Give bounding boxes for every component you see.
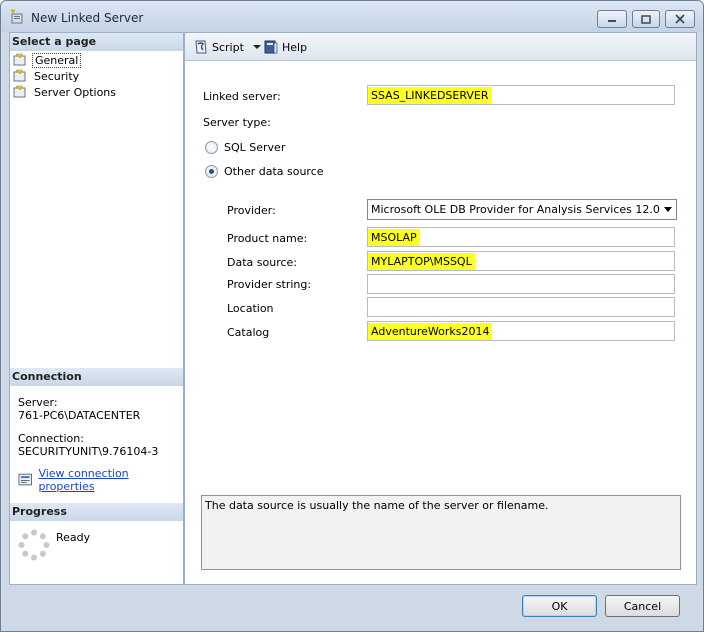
- sql-server-radio-label: SQL Server: [224, 141, 286, 154]
- view-connection-properties-link[interactable]: View connection properties: [18, 467, 183, 493]
- chevron-down-icon: [252, 45, 261, 49]
- close-button[interactable]: [665, 10, 695, 28]
- linked-server-input[interactable]: SSAS_LINKEDSERVER: [367, 85, 675, 105]
- page-icon: [13, 85, 26, 98]
- right-pane: Script Help Linked server: SSAS_LINKEDSE…: [184, 32, 697, 585]
- data-source-label: Data source:: [227, 256, 297, 269]
- product-name-input[interactable]: MSOLAP: [367, 227, 675, 247]
- radio-button-checked: [205, 165, 218, 178]
- connection-value: SECURITYUNIT\9.76104-3: [18, 445, 159, 458]
- linked-server-label: Linked server:: [203, 90, 281, 103]
- window-title: New Linked Server: [31, 11, 144, 25]
- provider-string-input[interactable]: [367, 274, 675, 294]
- chevron-down-icon: [664, 207, 672, 212]
- maximize-icon: [641, 14, 651, 24]
- maximize-button[interactable]: [632, 10, 660, 28]
- page-item-label: Server Options: [34, 85, 117, 99]
- connection-header: Connection: [10, 368, 183, 386]
- other-data-source-radio[interactable]: Other data source: [205, 165, 324, 178]
- minimize-icon: [608, 20, 616, 22]
- page-item-server-options[interactable]: Server Options: [12, 84, 118, 100]
- sql-server-radio[interactable]: SQL Server: [205, 141, 285, 154]
- left-pane: Select a page General Security Server Op…: [9, 32, 184, 585]
- page-icon: [13, 69, 26, 82]
- new-linked-server-dialog: New Linked Server Select a page General …: [0, 0, 704, 632]
- server-label: Server:: [18, 396, 58, 409]
- properties-icon: [18, 473, 32, 486]
- help-label: Help: [282, 40, 308, 54]
- page-item-label: General: [32, 52, 82, 68]
- select-page-header: Select a page: [10, 33, 183, 51]
- description-box: The data source is usually the name of t…: [201, 495, 681, 570]
- page-item-label: Security: [34, 69, 80, 83]
- data-source-input[interactable]: MYLAPTOP\MSSQL: [367, 251, 675, 271]
- product-name-value: MSOLAP: [368, 229, 420, 246]
- script-button[interactable]: Script: [193, 39, 264, 55]
- cancel-button[interactable]: Cancel: [605, 595, 680, 617]
- ok-button[interactable]: OK: [522, 595, 597, 617]
- catalog-input[interactable]: AdventureWorks2014: [367, 321, 675, 341]
- script-label: Script: [212, 40, 244, 54]
- provider-select[interactable]: Microsoft OLE DB Provider for Analysis S…: [367, 199, 677, 220]
- product-name-label: Product name:: [227, 232, 308, 245]
- help-button[interactable]: Help: [263, 39, 307, 55]
- help-icon: [264, 40, 278, 54]
- progress-spinner-icon: [18, 529, 50, 561]
- toolbar: Script Help: [185, 33, 696, 61]
- page-icon: [13, 53, 26, 66]
- other-data-source-radio-label: Other data source: [224, 165, 324, 178]
- script-icon: [195, 40, 207, 54]
- page-item-security[interactable]: Security: [12, 68, 81, 84]
- provider-string-label: Provider string:: [227, 278, 312, 291]
- close-icon: [675, 14, 685, 24]
- location-input[interactable]: [367, 297, 675, 317]
- title-bar: New Linked Server: [1, 1, 703, 32]
- provider-label: Provider:: [227, 204, 276, 217]
- minimize-button[interactable]: [597, 10, 627, 28]
- linked-server-icon: [10, 9, 23, 24]
- progress-header: Progress: [10, 503, 183, 521]
- data-source-value: MYLAPTOP\MSSQL: [368, 253, 475, 270]
- connection-label: Connection:: [18, 432, 84, 445]
- server-type-label: Server type:: [203, 116, 271, 129]
- location-label: Location: [227, 302, 274, 315]
- progress-status: Ready: [56, 531, 91, 544]
- catalog-value: AdventureWorks2014: [368, 323, 493, 340]
- view-connection-properties-label: View connection properties: [38, 467, 129, 493]
- server-value: 761-PC6\DATACENTER: [18, 409, 141, 422]
- catalog-label: Catalog: [227, 326, 270, 339]
- page-item-general[interactable]: General: [12, 52, 82, 68]
- provider-value: Microsoft OLE DB Provider for Analysis S…: [371, 203, 660, 216]
- radio-button: [205, 141, 218, 154]
- radio-dot: [209, 169, 214, 174]
- linked-server-value: SSAS_LINKEDSERVER: [368, 87, 492, 104]
